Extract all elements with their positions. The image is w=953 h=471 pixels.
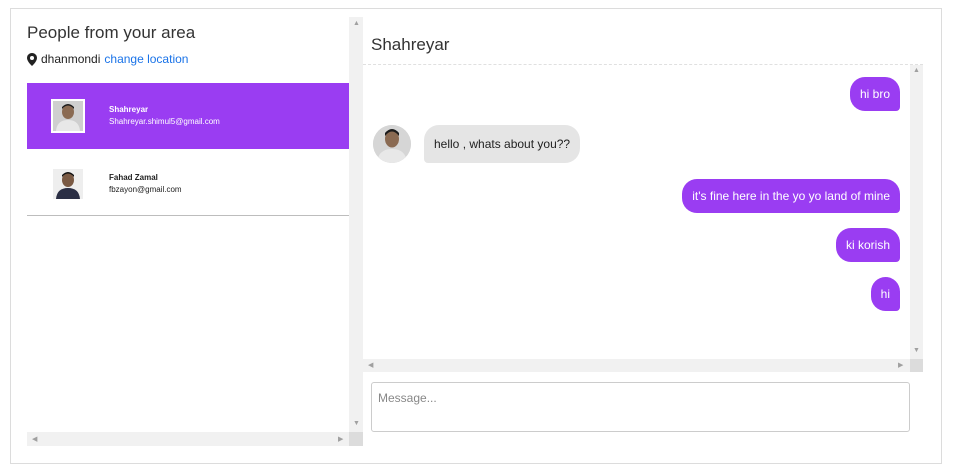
people-horizontal-scrollbar[interactable]: ◀ ▶	[27, 432, 349, 446]
people-panel: People from your area dhanmondi change l…	[17, 17, 363, 447]
scroll-up-arrow-icon[interactable]: ▲	[913, 67, 920, 74]
contact-item-shahreyar[interactable]: Shahreyar Shahreyar.shimul5@gmail.com	[27, 83, 349, 149]
message-outgoing: ki korish	[835, 228, 900, 262]
scroll-right-arrow-icon[interactable]: ▶	[898, 361, 903, 369]
contact-email: Shahreyar.shimul5@gmail.com	[109, 117, 220, 126]
map-marker-icon	[27, 52, 37, 66]
scrollbar-corner	[349, 432, 363, 446]
avatar	[51, 99, 85, 133]
location-row: dhanmondi change location	[27, 52, 188, 66]
contact-item-fahad[interactable]: Fahad Zamal fbzayon@gmail.com	[27, 151, 349, 217]
contact-info: Shahreyar Shahreyar.shimul5@gmail.com	[109, 104, 220, 128]
message-incoming: hello , whats about you??	[424, 125, 581, 163]
chat-messages: hi bro hello , whats about you?? it's fi…	[363, 65, 910, 359]
location-name: dhanmondi	[41, 52, 101, 66]
change-location-link[interactable]: change location	[104, 52, 188, 66]
chat-horizontal-scrollbar[interactable]: ◀ ▶	[363, 359, 910, 372]
message-outgoing: it's fine here in the yo yo land of mine	[682, 179, 900, 213]
chat-title: Shahreyar	[371, 35, 450, 54]
scroll-down-arrow-icon[interactable]: ▼	[913, 347, 920, 354]
message-outgoing: hi	[870, 277, 900, 311]
scroll-up-arrow-icon[interactable]: ▲	[353, 20, 360, 27]
message-input[interactable]	[371, 382, 910, 432]
people-panel-title: People from your area	[27, 23, 196, 42]
scroll-right-arrow-icon[interactable]: ▶	[338, 435, 343, 443]
contact-name: Shahreyar	[109, 105, 149, 114]
contact-name: Fahad Zamal	[109, 173, 158, 182]
chat-vertical-scrollbar[interactable]: ▲ ▼	[910, 65, 923, 359]
scroll-left-arrow-icon[interactable]: ◀	[32, 435, 37, 443]
message-outgoing: hi bro	[849, 77, 900, 111]
scroll-down-arrow-icon[interactable]: ▼	[353, 420, 360, 427]
avatar	[373, 125, 411, 163]
list-divider	[27, 215, 349, 216]
avatar	[51, 167, 85, 201]
contact-info: Fahad Zamal fbzayon@gmail.com	[109, 172, 182, 196]
people-vertical-scrollbar[interactable]: ▲ ▼	[349, 17, 363, 432]
contact-email: fbzayon@gmail.com	[109, 185, 182, 194]
scroll-left-arrow-icon[interactable]: ◀	[368, 361, 373, 369]
scrollbar-corner	[910, 359, 923, 372]
